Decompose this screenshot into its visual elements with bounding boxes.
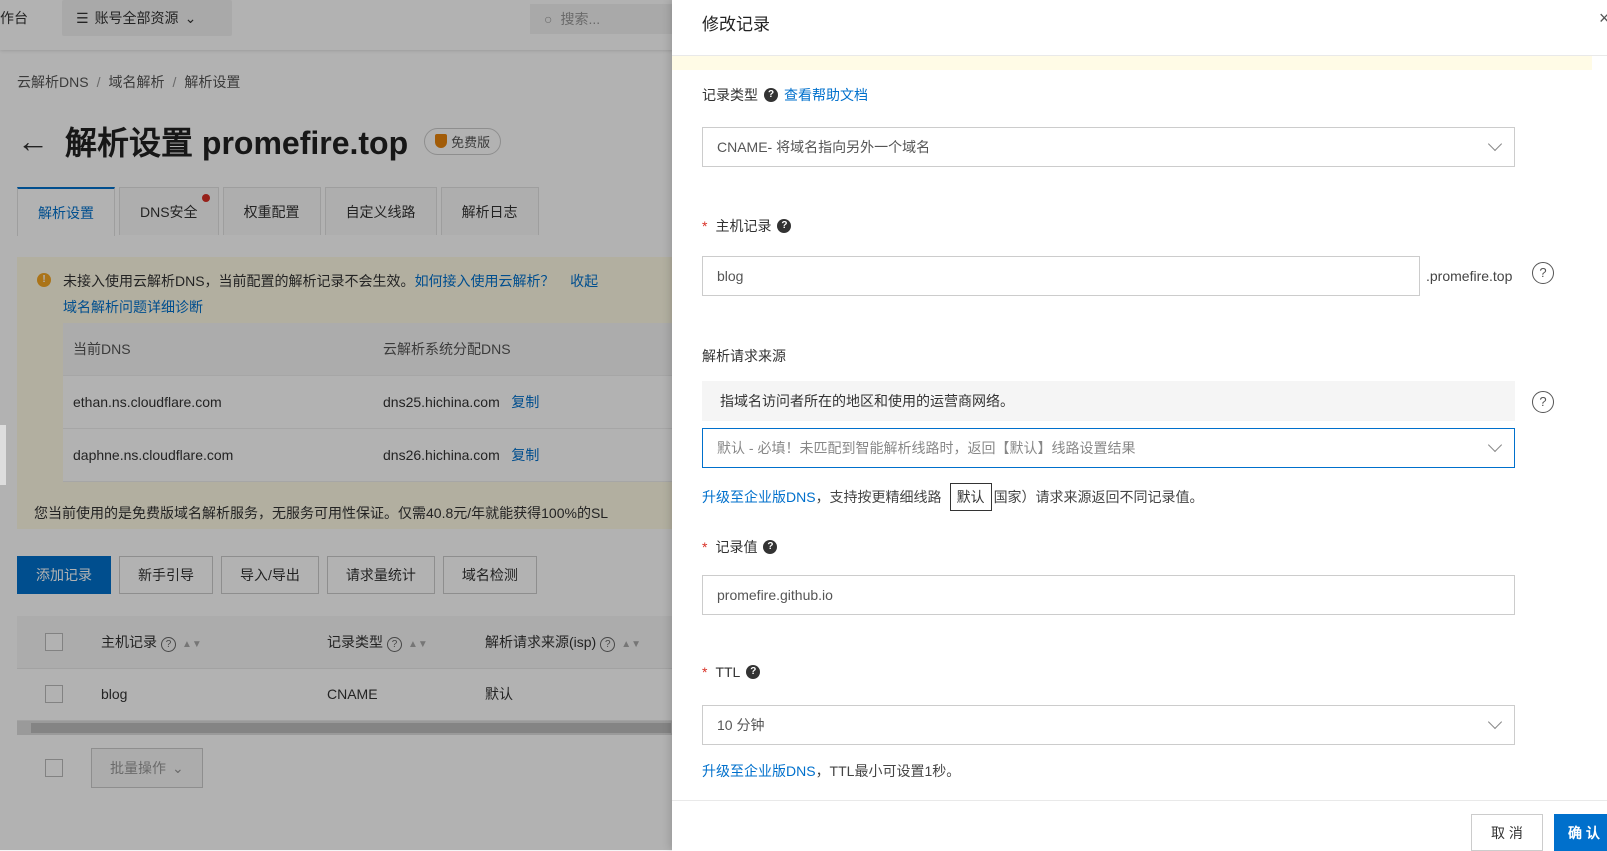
ttl-note: 升级至企业版DNS，TTL最小可设置1秒。 xyxy=(702,761,960,781)
required-mark: * xyxy=(702,664,708,680)
source-value: 默认 - 必填！未匹配到智能解析线路时，返回【默认】线路设置结果 xyxy=(717,440,1136,456)
help-icon[interactable]: ? xyxy=(764,88,778,102)
ttl-note-text: ，TTL最小可设置1秒。 xyxy=(815,763,961,779)
record-type-label: 记录类型 ? 查看帮助文档 xyxy=(702,85,868,105)
host-label: * 主机记录 ? xyxy=(702,216,792,236)
chevron-down-icon xyxy=(1487,136,1503,152)
warning-band xyxy=(672,56,1592,70)
upgrade-note-text-b: 国家）请求来源返回不同记录值。 xyxy=(993,489,1204,505)
drawer-footer: 取 消 确 认 xyxy=(672,800,1607,851)
record-type-select[interactable]: CNAME- 将域名指向另外一个域名 xyxy=(702,127,1515,167)
upgrade-note-text-a: ，支持按更精细线路 xyxy=(815,489,942,505)
upgrade-link[interactable]: 升级至企业版DNS xyxy=(702,487,816,507)
question-circle-icon[interactable]: ? xyxy=(1532,262,1554,284)
confirm-button[interactable]: 确 认 xyxy=(1554,814,1607,851)
host-suffix: .promefire.top xyxy=(1426,268,1513,284)
chevron-down-icon xyxy=(1487,714,1503,730)
cancel-button[interactable]: 取 消 xyxy=(1471,814,1543,851)
source-label: 解析请求来源 xyxy=(702,348,786,364)
help-doc-link[interactable]: 查看帮助文档 xyxy=(784,85,868,105)
ttl-select[interactable]: 10 分钟 xyxy=(702,705,1515,745)
source-select[interactable]: 默认 - 必填！未匹配到智能解析线路时，返回【默认】线路设置结果 xyxy=(702,428,1515,468)
help-icon[interactable]: ? xyxy=(777,219,792,233)
drawer-header: 修改记录 × xyxy=(672,0,1607,56)
source-tip: 指域名访问者所在的地区和使用的运营商网络。 xyxy=(702,381,1515,421)
drawer-title: 修改记录 xyxy=(702,15,770,34)
record-value: promefire.github.io xyxy=(717,587,833,603)
ttl-upgrade-link[interactable]: 升级至企业版DNS xyxy=(702,763,816,779)
chevron-down-icon xyxy=(1487,437,1503,453)
record-value-label-text: 记录值 xyxy=(715,539,758,555)
required-mark: * xyxy=(702,539,708,555)
ttl-label-text: TTL xyxy=(715,664,741,680)
help-icon[interactable]: ? xyxy=(746,665,761,679)
ttl-value: 10 分钟 xyxy=(717,717,765,733)
record-value-input[interactable]: promefire.github.io xyxy=(702,575,1515,615)
ttl-label: * TTL ? xyxy=(702,664,761,680)
host-input[interactable]: blog xyxy=(702,256,1420,296)
tooltip: 默认 xyxy=(949,483,992,511)
question-circle-icon[interactable]: ? xyxy=(1532,391,1554,413)
help-icon[interactable]: ? xyxy=(763,540,778,554)
record-type-label-text: 记录类型 xyxy=(702,87,758,103)
upgrade-note: 升级至企业版DNS ，支持按更精细线路 默认 国家）请求来源返回不同记录值。 xyxy=(702,483,1204,511)
record-value-label: * 记录值 ? xyxy=(702,537,778,557)
host-label-text: 主机记录 xyxy=(715,218,772,234)
required-mark: * xyxy=(702,218,708,234)
side-handle[interactable] xyxy=(0,425,6,485)
edit-record-drawer: 修改记录 × 记录类型 ? 查看帮助文档 CNAME- 将域名指向另外一个域名 … xyxy=(672,0,1607,851)
host-value: blog xyxy=(717,268,744,284)
record-type-value: CNAME- 将域名指向另外一个域名 xyxy=(717,139,931,155)
close-icon[interactable]: × xyxy=(1599,8,1607,29)
